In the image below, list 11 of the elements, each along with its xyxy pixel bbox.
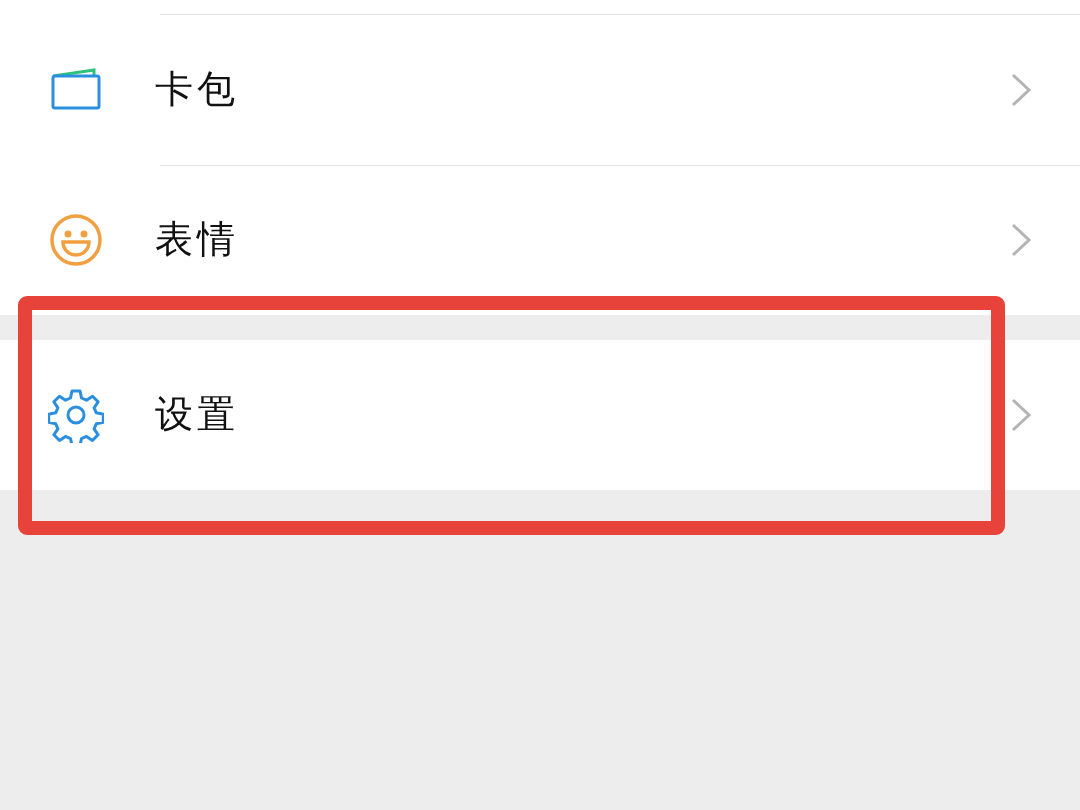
menu-item[interactable]: 卡包 bbox=[0, 15, 1080, 165]
settings-icon bbox=[48, 387, 104, 443]
chevron-icon bbox=[1010, 72, 1032, 108]
menu-item[interactable]: 表情 bbox=[0, 165, 1080, 315]
chevron-icon bbox=[1010, 222, 1032, 258]
smiley-icon bbox=[48, 212, 104, 268]
menu-label: 卡包 bbox=[155, 69, 239, 111]
chevron-icon bbox=[1010, 397, 1032, 433]
menu-item[interactable]: 设置 bbox=[0, 340, 1080, 490]
menu-label: 表情 bbox=[155, 219, 239, 261]
menu-label: 设置 bbox=[155, 394, 239, 436]
